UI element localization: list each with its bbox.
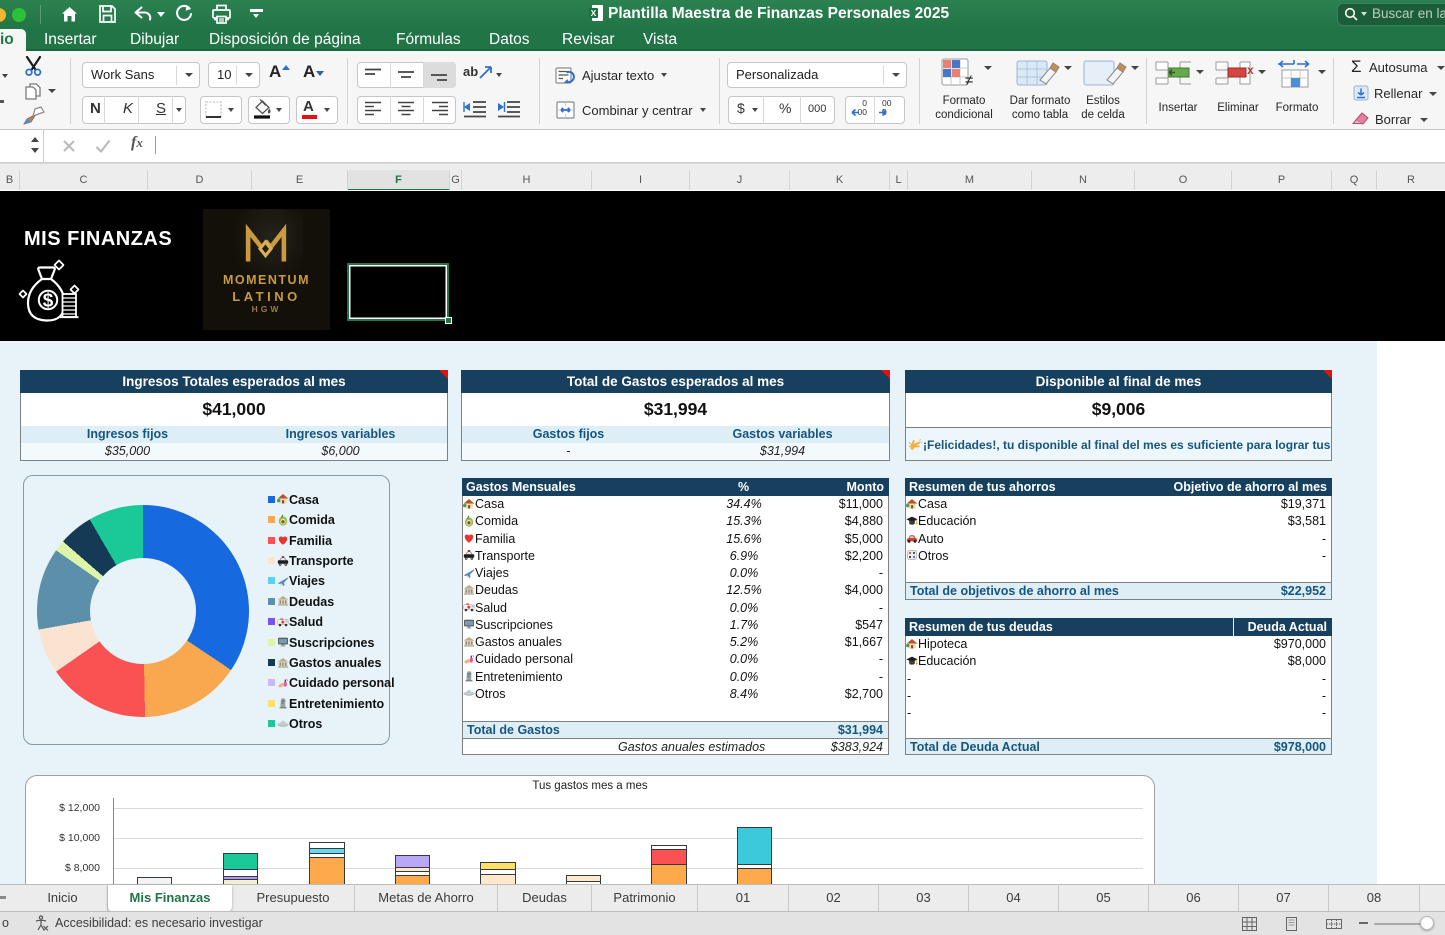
svg-text:$: $ xyxy=(43,291,54,312)
svg-text:x: x xyxy=(1247,63,1254,77)
svg-text:≠: ≠ xyxy=(965,72,973,89)
